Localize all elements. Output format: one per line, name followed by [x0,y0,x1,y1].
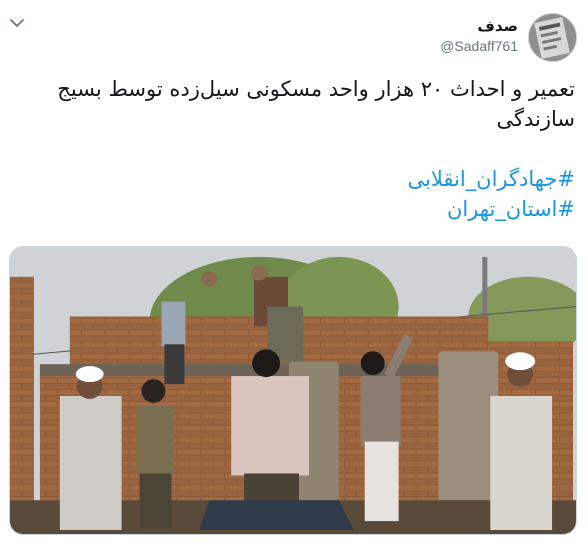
user-handle[interactable]: @Sadaff761 [440,36,518,56]
tweet-text-line: سازندگی [496,107,575,131]
photo-illustration [10,247,576,534]
tweet-photo[interactable] [9,246,577,535]
tweet-card: صدف @Sadaff761 تعمیر و احداث ۲۰ هزار واح… [0,0,588,560]
display-name[interactable]: صدف [440,16,518,36]
avatar[interactable] [528,13,577,62]
line-spacer [9,134,575,164]
tweet-text-line: تعمیر و احداث ۲۰ هزار واحد مسکونی سیل‌زد… [57,77,575,101]
author-block[interactable]: صدف @Sadaff761 [440,16,518,56]
tweet-text: تعمیر و احداث ۲۰ هزار واحد مسکونی سیل‌زد… [9,74,575,224]
chevron-down-icon[interactable] [8,14,26,32]
hashtag-link[interactable]: #استان_تهران [9,194,575,224]
hashtag-link[interactable]: #جهادگران_انقلابی [9,164,575,194]
